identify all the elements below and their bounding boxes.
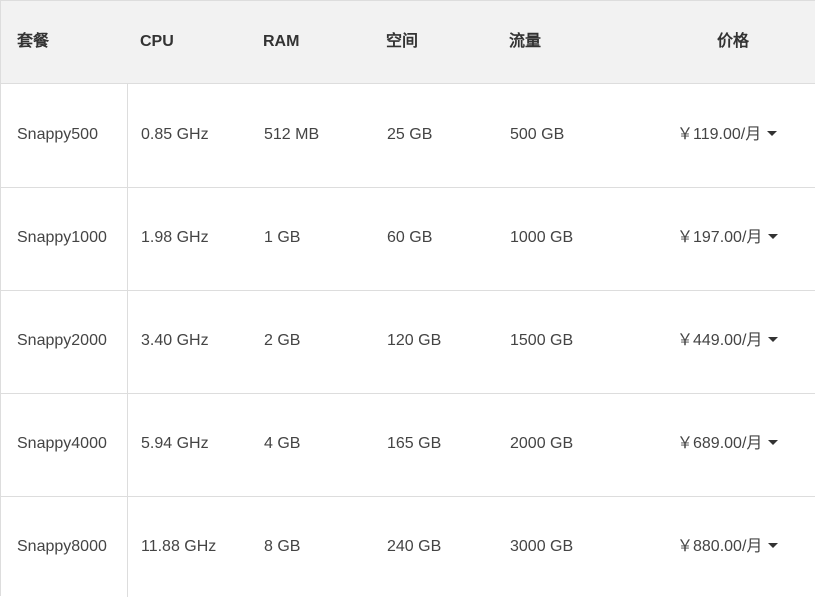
cell-storage: 120 GB — [387, 332, 442, 349]
caret-down-icon — [768, 542, 779, 548]
cell-storage: 60 GB — [387, 229, 433, 246]
cell-storage: 165 GB — [387, 435, 442, 452]
price-value: ￥119.00/月 — [677, 126, 762, 143]
table-row: Snappy1000 1.98 GHz 1 GB 60 GB 1000 GB ￥… — [1, 187, 815, 291]
table-row: Snappy4000 5.94 GHz 4 GB 165 GB 2000 GB … — [1, 393, 815, 497]
cell-traffic: 1000 GB — [510, 229, 574, 246]
pricing-table: 套餐 CPU RAM 空间 流量 价格 Snappy500 0.85 GHz 5… — [0, 0, 815, 599]
cell-storage: 25 GB — [387, 126, 433, 143]
cell-traffic: 1500 GB — [510, 332, 574, 349]
cell-ram: 4 GB — [264, 435, 301, 452]
caret-down-icon — [768, 336, 779, 342]
cell-plan: Snappy4000 — [17, 435, 107, 452]
cell-plan: Snappy500 — [17, 126, 98, 143]
cell-plan: Snappy1000 — [17, 229, 107, 246]
cell-cpu: 5.94 GHz — [141, 435, 209, 452]
table-row: Snappy2000 3.40 GHz 2 GB 120 GB 1500 GB … — [1, 290, 815, 394]
caret-down-icon — [768, 233, 779, 239]
cell-ram: 1 GB — [264, 229, 301, 246]
price-value: ￥449.00/月 — [677, 332, 763, 349]
header-price: 价格 — [717, 33, 750, 50]
price-dropdown[interactable]: ￥449.00/月 — [677, 290, 779, 392]
cell-ram: 8 GB — [264, 538, 301, 555]
price-dropdown[interactable]: ￥197.00/月 — [677, 187, 779, 289]
cell-cpu: 3.40 GHz — [141, 332, 209, 349]
price-value: ￥689.00/月 — [677, 435, 763, 452]
cell-plan: Snappy2000 — [17, 332, 107, 349]
cell-ram: 512 MB — [264, 126, 320, 143]
price-dropdown[interactable]: ￥689.00/月 — [677, 393, 779, 495]
price-dropdown[interactable]: ￥880.00/月 — [677, 496, 779, 598]
cell-cpu: 11.88 GHz — [141, 538, 217, 555]
cell-ram: 2 GB — [264, 332, 301, 349]
table-row: Snappy500 0.85 GHz 512 MB 25 GB 500 GB ￥… — [1, 84, 815, 188]
table-row: Snappy8000 11.88 GHz 8 GB 240 GB 3000 GB… — [1, 496, 815, 599]
header-cpu: CPU — [140, 33, 174, 50]
header-traffic: 流量 — [509, 33, 542, 50]
cell-cpu: 1.98 GHz — [141, 229, 209, 246]
cell-plan: Snappy8000 — [17, 538, 107, 555]
cell-cpu: 0.85 GHz — [141, 126, 209, 143]
price-value: ￥197.00/月 — [677, 229, 763, 246]
header-storage: 空间 — [386, 33, 419, 50]
caret-down-icon — [767, 130, 778, 136]
header-ram: RAM — [263, 33, 300, 50]
price-dropdown[interactable]: ￥119.00/月 — [677, 84, 778, 186]
cell-traffic: 500 GB — [510, 126, 565, 143]
cell-traffic: 2000 GB — [510, 435, 574, 452]
table-header: 套餐 CPU RAM 空间 流量 价格 — [1, 1, 815, 84]
caret-down-icon — [768, 439, 779, 445]
price-value: ￥880.00/月 — [677, 538, 763, 555]
cell-traffic: 3000 GB — [510, 538, 574, 555]
header-plan: 套餐 — [17, 33, 50, 50]
cell-storage: 240 GB — [387, 538, 442, 555]
